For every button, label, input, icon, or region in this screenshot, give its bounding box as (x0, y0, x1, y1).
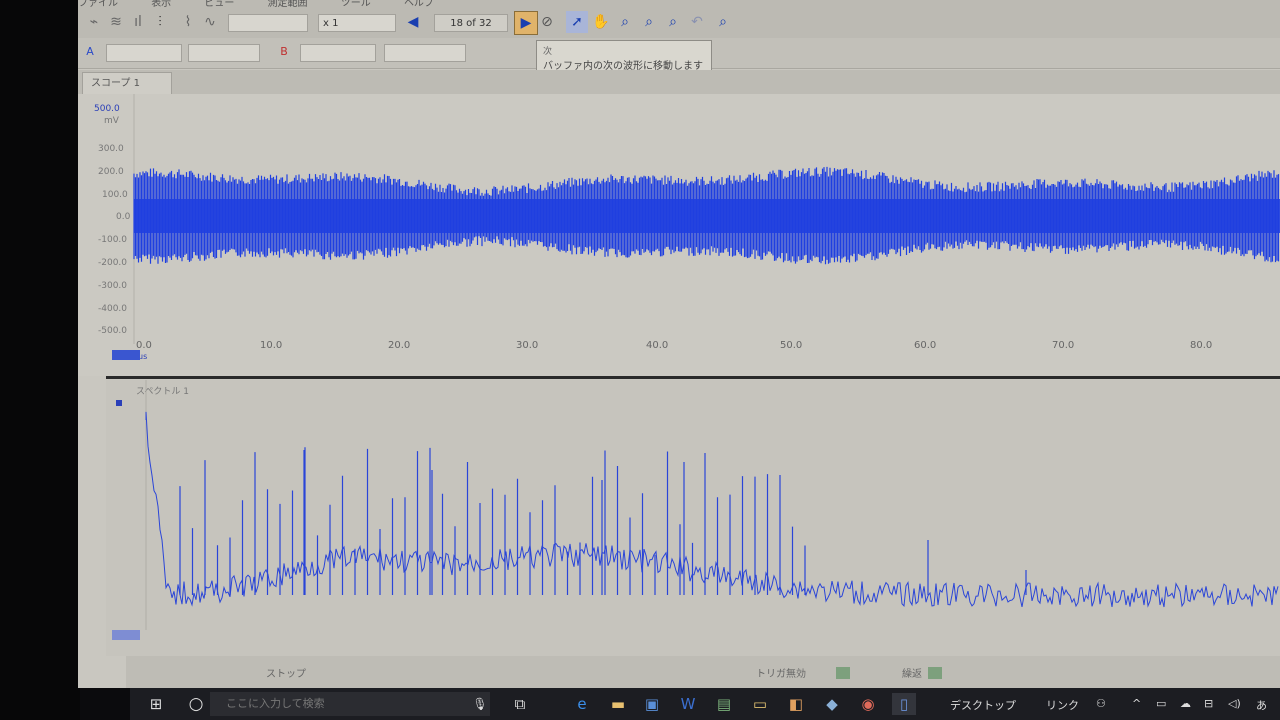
pane-divider[interactable] (106, 376, 1280, 379)
timebase-select[interactable] (228, 14, 308, 32)
menu-tools[interactable]: ツール (341, 0, 371, 9)
channel-a-icon[interactable]: A (80, 42, 100, 62)
file-explorer-icon[interactable]: ▬ (606, 693, 630, 715)
battery-icon[interactable]: ▭ (1156, 697, 1166, 710)
x-label-50: 50.0 (780, 340, 803, 351)
view-tabs: スコープ 1 (78, 70, 1280, 94)
buffer-position-indicator: 18 of 32 (434, 14, 508, 32)
ime-icon[interactable]: あ (1256, 697, 1267, 713)
status-bar: ストップ トリガ無効 繰返 (126, 656, 1280, 688)
probe-icon[interactable]: ⌇ (178, 12, 198, 32)
store-icon[interactable]: ◧ (784, 693, 808, 715)
taskbar-search-input[interactable]: ここに入力して検索 (210, 692, 490, 716)
chrome-icon[interactable]: ◉ (856, 693, 880, 715)
buffer-navigator-icon[interactable]: ⊘ (536, 11, 558, 33)
x-label-40: 40.0 (646, 340, 669, 351)
x-axis-ruler-handle[interactable] (112, 350, 140, 360)
edge-icon[interactable]: e (570, 693, 594, 715)
channel-b-icon[interactable]: B (274, 42, 294, 62)
scope-waveform (133, 166, 1280, 265)
x-label-20: 20.0 (388, 340, 411, 351)
channel-settings-icon[interactable]: ⫶ (150, 12, 170, 32)
channel-b-range-select[interactable] (300, 44, 376, 62)
picoscope-taskbar-icon[interactable]: ▯ (892, 693, 916, 715)
trigger-icon[interactable] (836, 667, 850, 679)
menu-views[interactable]: ビュー (204, 0, 234, 9)
select-pointer-icon[interactable]: ➚ (566, 11, 588, 33)
app3-icon[interactable]: ◆ (820, 693, 844, 715)
menu-file[interactable]: ファイル (78, 0, 118, 9)
app-icon[interactable]: ▣ (640, 693, 664, 715)
folder-icon[interactable]: ▭ (748, 693, 772, 715)
people-icon[interactable]: ⚇ (1096, 697, 1106, 710)
task-view-icon[interactable]: ⧉ (508, 693, 532, 715)
links-toolbar-label[interactable]: リンク (1046, 697, 1079, 713)
windows-taskbar: ⊞ ○ ここに入力して検索 🎙 ⧉ e ▬ ▣ W ▤ ▭ ◧ ◆ ◉ ▯ デス… (130, 688, 1280, 720)
windows-start-icon[interactable]: ⊞ (144, 693, 168, 715)
capture-mode-label: 繰返 (902, 669, 922, 680)
spectrum-mode-icon[interactable]: ıl (128, 12, 148, 32)
scope-mode-icon[interactable]: ⌁ (84, 12, 104, 32)
zoom-multiplier-select[interactable]: x 1 (318, 14, 396, 32)
onedrive-icon[interactable]: ☁ (1180, 697, 1191, 710)
capture-mode-icon[interactable] (928, 667, 942, 679)
word-icon[interactable]: W (676, 693, 700, 715)
picoscope-window: ファイル 表示 ビュー 測定範囲 ツール ヘルプ ⌁ ≋ ıl ⫶ ⌇ ∿ x … (78, 0, 1280, 688)
microphone-icon[interactable]: 🎙 (468, 693, 492, 715)
desktop-toolbar-label[interactable]: デスクトップ (950, 697, 1016, 713)
menu-bar: ファイル 表示 ビュー 測定範囲 ツール ヘルプ (78, 0, 678, 9)
menu-help[interactable]: ヘルプ (404, 0, 434, 9)
run-state-label: ストップ (266, 669, 306, 680)
spectrum-trace-path (145, 411, 1279, 608)
channel-b-coupling-select[interactable] (384, 44, 466, 62)
x-label-60: 60.0 (914, 340, 937, 351)
zoom-out-icon[interactable]: ⌕ (662, 11, 684, 33)
trigger-mode-label: トリガ無効 (756, 669, 806, 680)
x-label-80: 80.0 (1190, 340, 1213, 351)
menu-measure[interactable]: 測定範囲 (268, 0, 308, 9)
channel-a-coupling-select[interactable] (188, 44, 260, 62)
main-toolbar: ファイル 表示 ビュー 測定範囲 ツール ヘルプ ⌁ ≋ ıl ⫶ ⌇ ∿ x … (78, 0, 1280, 39)
next-waveform-icon[interactable]: ▶ (514, 11, 538, 35)
spectrum-plot-area (145, 380, 1279, 630)
spectrum-trace (145, 411, 1279, 608)
x-label-30: 30.0 (516, 340, 539, 351)
volume-icon[interactable]: ◁) (1228, 697, 1241, 710)
undo-zoom-icon[interactable]: ↶ (686, 11, 708, 33)
tray-chevron-icon[interactable]: ^ (1132, 697, 1141, 710)
monitor-bezel (0, 0, 80, 720)
x-label-10: 10.0 (260, 340, 283, 351)
app2-icon[interactable]: ▤ (712, 693, 736, 715)
hand-tool-icon[interactable]: ✋ (590, 11, 612, 33)
scope-view[interactable]: 500.0 mV 300.0 200.0 100.0 0.0 -100.0 -2… (78, 94, 1280, 376)
spectrum-view[interactable]: スペクトル 1 (106, 380, 1280, 656)
spectrum-ruler-handle[interactable] (112, 630, 140, 640)
menu-view[interactable]: 表示 (151, 0, 171, 9)
tab-scope[interactable]: スコープ 1 (82, 72, 172, 94)
zoom-to-fit-icon[interactable]: ⌕ (712, 11, 734, 33)
persistence-icon[interactable]: ≋ (106, 12, 126, 32)
channel-a-range-select[interactable] (106, 44, 182, 62)
signal-generator-icon[interactable]: ∿ (200, 12, 220, 32)
cortana-icon[interactable]: ○ (184, 693, 208, 715)
scope-plot-area (133, 94, 1280, 344)
zoom-icon[interactable]: ⌕ (614, 11, 636, 33)
scope-trace-core (134, 199, 1280, 233)
network-icon[interactable]: ⊟ (1204, 697, 1213, 710)
x-label-70: 70.0 (1052, 340, 1075, 351)
tooltip-title: 次 (543, 47, 553, 57)
zoom-in-icon[interactable]: ⌕ (638, 11, 660, 33)
previous-waveform-icon[interactable]: ◀ (402, 11, 424, 33)
